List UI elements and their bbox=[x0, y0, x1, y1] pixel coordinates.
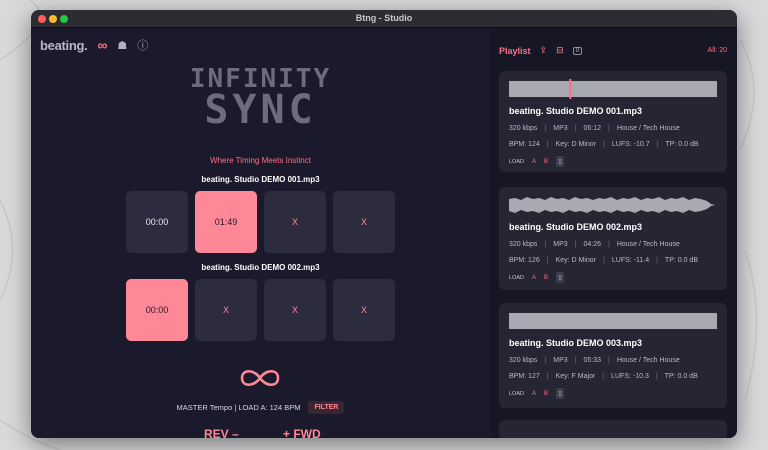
playhead-marker bbox=[569, 79, 572, 99]
load-a-button[interactable]: A bbox=[532, 159, 536, 165]
true-peak: TP: 0.0 dB bbox=[665, 141, 699, 148]
logo-line-2: SYNC bbox=[204, 87, 317, 133]
profile-icon[interactable]: ☗ bbox=[117, 39, 127, 52]
track-format-info: 320 kbps | MP3 | 04:26 | House / Tech House bbox=[509, 241, 680, 248]
cue-pad-active[interactable]: 01:49 bbox=[195, 191, 257, 253]
load-controls: LOAD A B ▯ bbox=[509, 272, 565, 283]
info-icon[interactable]: ⓘ bbox=[137, 37, 148, 53]
format: MP3 bbox=[553, 125, 568, 132]
load-b-button[interactable]: B bbox=[544, 391, 548, 397]
load-label: LOAD bbox=[509, 158, 524, 165]
playlist-panel: Playlist ⇪ ⊟ 0 All: 20 beating. Studio D… bbox=[490, 28, 737, 438]
track-analysis-info: BPM: 127 | Key: F Major | LUFS: -10.3 | TP:… bbox=[509, 373, 698, 380]
brand-logo: beating. bbox=[40, 37, 88, 53]
infinity-icon[interactable]: ∞ bbox=[97, 37, 107, 53]
key: Key: F Major bbox=[555, 373, 596, 380]
bpm: BPM: 127 bbox=[509, 373, 540, 380]
format: MP3 bbox=[553, 357, 568, 364]
genre: House / Tech House bbox=[616, 357, 680, 364]
waveform[interactable] bbox=[509, 79, 717, 99]
duration: 04:26 bbox=[583, 241, 602, 248]
cue-pad-empty[interactable]: X bbox=[195, 279, 257, 341]
deck-a-cue-pads: 00:00 01:49 X X bbox=[126, 191, 395, 253]
title-bar: Btng - Studio bbox=[31, 10, 737, 28]
deck-b-track-label: beating. Studio DEMO 002.mp3 bbox=[201, 263, 320, 272]
brand-toolbar: beating. ∞ ☗ ⓘ bbox=[40, 37, 148, 53]
load-label: LOAD bbox=[509, 390, 524, 397]
load-b-button[interactable]: B bbox=[544, 159, 548, 165]
playlist-item[interactable] bbox=[499, 420, 727, 438]
cue-pad[interactable]: 00:00 bbox=[126, 191, 188, 253]
cue-pad-empty[interactable]: X bbox=[333, 279, 395, 341]
playlist-item[interactable]: beating. Studio DEMO 002.mp3 320 kbps | M… bbox=[499, 187, 727, 290]
load-b-button[interactable]: B bbox=[544, 275, 548, 281]
window-title: Btng - Studio bbox=[355, 13, 413, 23]
load-controls: LOAD A B ▯ bbox=[509, 156, 565, 167]
track-format-info: 320 kbps | MP3 | 06:12 | House / Tech House bbox=[509, 125, 680, 132]
infinity-sync-icon[interactable] bbox=[238, 365, 282, 391]
playlist-item[interactable]: beating. Studio DEMO 003.mp3 320 kbps | M… bbox=[499, 303, 727, 408]
export-icon[interactable]: ⇪ bbox=[540, 45, 548, 56]
fwd-button[interactable]: + FWD bbox=[283, 427, 321, 438]
deck-b-cue-pads: 00:00 X X X bbox=[126, 279, 395, 341]
format: MP3 bbox=[553, 241, 568, 248]
track-analysis-info: BPM: 126 | Key: D Minor | LUFS: -11.4 | TP:… bbox=[509, 257, 698, 264]
app-window: Btng - Studio beating. ∞ ☗ ⓘ INFINITY SY… bbox=[31, 10, 737, 438]
duration: 05:33 bbox=[583, 357, 602, 364]
remove-icon[interactable]: ▯ bbox=[556, 272, 565, 283]
load-a-button[interactable]: A bbox=[532, 275, 536, 281]
load-label: LOAD bbox=[509, 274, 524, 281]
cue-pad-empty[interactable]: X bbox=[333, 191, 395, 253]
track-name: beating. Studio DEMO 001.mp3 bbox=[509, 106, 643, 116]
deck-panel: beating. ∞ ☗ ⓘ INFINITY SYNC Where Timin… bbox=[31, 28, 490, 438]
cue-pad-active[interactable]: 00:00 bbox=[126, 279, 188, 341]
genre: House / Tech House bbox=[616, 241, 680, 248]
load-a-button[interactable]: A bbox=[532, 391, 536, 397]
track-name: beating. Studio DEMO 002.mp3 bbox=[509, 222, 643, 232]
master-tempo-row: MASTER Tempo | LOAD A: 124 BPM FILTER bbox=[31, 401, 490, 414]
duration: 06:12 bbox=[583, 125, 602, 132]
track-format-info: 320 kbps | MP3 | 05:33 | House / Tech House bbox=[509, 357, 680, 364]
track-analysis-info: BPM: 124 | Key: D Minor | LUFS: -10.7 | TP:… bbox=[509, 141, 699, 148]
tagline: Where Timing Meets Instinct bbox=[210, 156, 311, 165]
cue-pad-empty[interactable]: X bbox=[264, 279, 326, 341]
key: Key: D Minor bbox=[555, 257, 597, 264]
master-tempo-readout: MASTER Tempo | LOAD A: 124 BPM bbox=[176, 403, 301, 412]
remove-icon[interactable]: ▯ bbox=[556, 388, 565, 399]
waveform[interactable] bbox=[509, 311, 717, 331]
filter-button[interactable]: FILTER bbox=[308, 401, 345, 414]
load-controls: LOAD A B ▯ bbox=[509, 388, 565, 399]
bitrate: 320 kbps bbox=[509, 125, 538, 132]
bitrate: 320 kbps bbox=[509, 241, 538, 248]
playlist-title: Playlist bbox=[499, 45, 531, 56]
drive-icon[interactable]: ⊟ bbox=[556, 45, 564, 56]
playlist-item[interactable]: beating. Studio DEMO 001.mp3 320 kbps | M… bbox=[499, 71, 727, 172]
waveform[interactable] bbox=[509, 195, 717, 215]
lufs: LUFS: -10.7 bbox=[611, 141, 650, 148]
lufs: LUFS: -10.3 bbox=[611, 373, 649, 380]
bitrate: 320 kbps bbox=[509, 357, 538, 364]
deck-a-track-label: beating. Studio DEMO 001.mp3 bbox=[201, 175, 320, 184]
cue-pad-empty[interactable]: X bbox=[264, 191, 326, 253]
remove-icon[interactable]: ▯ bbox=[556, 156, 565, 167]
playlist-count: All: 20 bbox=[707, 47, 727, 54]
true-peak: TP: 0.0 dB bbox=[664, 373, 698, 380]
infinity-sync-logo: INFINITY SYNC bbox=[31, 66, 490, 130]
true-peak: TP: 0.0 dB bbox=[664, 257, 698, 264]
lufs: LUFS: -11.4 bbox=[611, 257, 650, 264]
playlist-header: Playlist ⇪ ⊟ 0 bbox=[499, 45, 728, 56]
bpm: BPM: 124 bbox=[509, 141, 540, 148]
track-name: beating. Studio DEMO 003.mp3 bbox=[509, 338, 643, 348]
queue-badge: 0 bbox=[572, 46, 582, 55]
key: Key: D Minor bbox=[555, 141, 597, 148]
rev-button[interactable]: REV – bbox=[204, 427, 239, 438]
genre: House / Tech House bbox=[616, 125, 680, 132]
bpm: BPM: 126 bbox=[509, 257, 540, 264]
